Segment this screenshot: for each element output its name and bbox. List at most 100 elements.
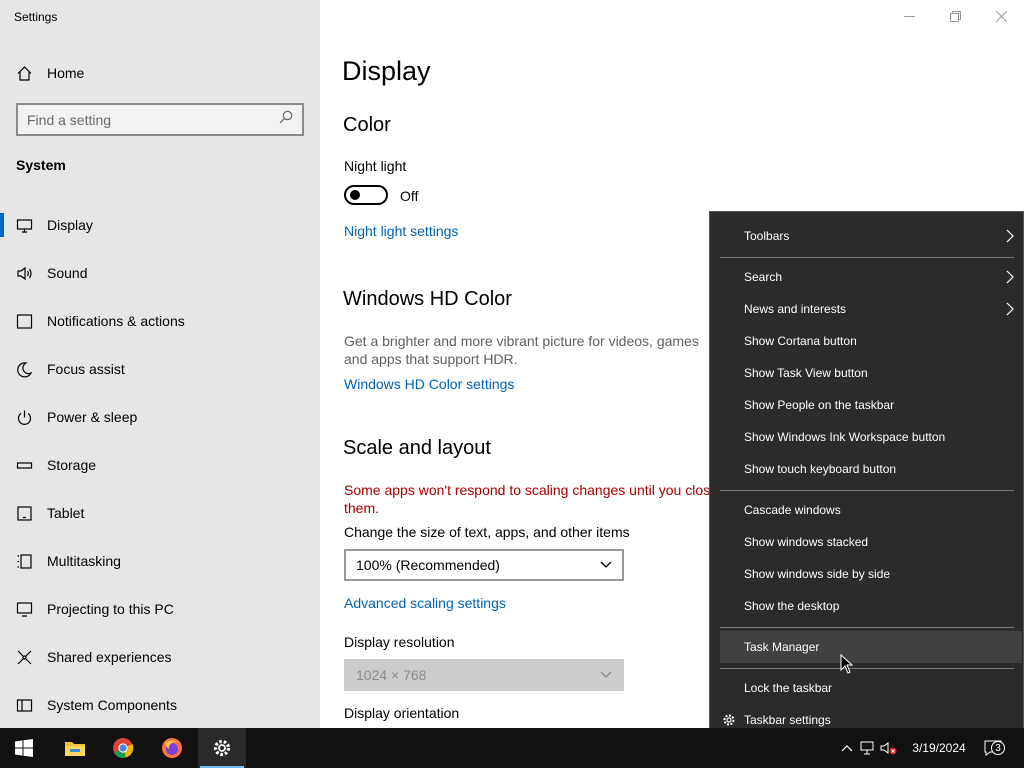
advanced-scaling-link[interactable]: Advanced scaling settings (344, 595, 506, 611)
taskbar-clock[interactable]: 3/19/2024 (904, 728, 974, 768)
monitor-icon (16, 217, 33, 234)
system-tray (838, 728, 900, 768)
menu-item-stacked[interactable]: Show windows stacked (720, 526, 1022, 558)
components-icon (16, 697, 33, 714)
menu-item-label: Search (744, 270, 783, 284)
sidebar-item-system-components[interactable]: System Components (0, 681, 320, 729)
color-heading: Color (343, 114, 391, 136)
menu-item-label: Show Task View button (744, 366, 868, 380)
home-icon (16, 65, 33, 82)
search-icon[interactable] (279, 110, 293, 129)
sidebar-item-label: Focus assist (47, 361, 125, 377)
scaling-warning: Some apps won't respond to scaling chang… (344, 482, 718, 516)
speaker-icon (16, 265, 33, 282)
hd-color-heading: Windows HD Color (343, 288, 512, 310)
search-box[interactable] (16, 103, 304, 136)
settings-gear-icon (213, 739, 231, 757)
menu-item-show-desktop[interactable]: Show the desktop (720, 590, 1022, 622)
multitasking-icon (16, 553, 33, 570)
menu-item-label: Show windows stacked (744, 535, 869, 549)
taskbar-firefox[interactable] (148, 728, 196, 768)
menu-item-toolbars[interactable]: Toolbars (720, 220, 1022, 252)
night-light-toggle[interactable] (344, 185, 388, 205)
search-input[interactable] (27, 111, 279, 128)
sidebar-item-notifications[interactable]: Notifications & actions (0, 297, 320, 345)
settings-sidebar: Settings Home System Display Sound Notif… (0, 0, 320, 728)
menu-item-label: Show People on the taskbar (744, 398, 895, 412)
sidebar-item-tablet[interactable]: Tablet (0, 489, 320, 537)
close-button[interactable] (978, 0, 1024, 32)
menu-item-lock-taskbar[interactable]: Lock the taskbar (720, 672, 1022, 704)
resolution-dropdown: 1024 × 768 (344, 659, 624, 691)
projecting-icon (16, 601, 33, 618)
menu-item-news-interests[interactable]: News and interests (720, 293, 1022, 325)
scale-dropdown[interactable]: 100% (Recommended) (344, 549, 624, 581)
menu-separator (720, 257, 1014, 258)
size-label: Change the size of text, apps, and other… (344, 524, 630, 540)
menu-item-label: Show touch keyboard button (744, 462, 897, 476)
chevron-down-icon (600, 671, 612, 678)
menu-item-cortana[interactable]: Show Cortana button (720, 325, 1022, 357)
night-light-settings-link[interactable]: Night light settings (344, 223, 458, 239)
volume-muted-icon[interactable] (878, 741, 900, 755)
sidebar-item-projecting[interactable]: Projecting to this PC (0, 585, 320, 633)
menu-item-label: Taskbar settings (744, 713, 831, 727)
menu-item-search[interactable]: Search (720, 261, 1022, 293)
sidebar-item-label: Tablet (47, 505, 85, 521)
sidebar-item-sound[interactable]: Sound (0, 249, 320, 297)
sidebar-item-shared-experiences[interactable]: Shared experiences (0, 633, 320, 681)
menu-item-ink-workspace[interactable]: Show Windows Ink Workspace button (720, 421, 1022, 453)
menu-separator (720, 668, 1014, 669)
page-title: Display (342, 56, 431, 86)
menu-item-label: Toolbars (744, 229, 790, 243)
hd-color-description: Get a brighter and more vibrant picture … (344, 333, 699, 367)
close-icon (995, 10, 1007, 22)
taskbar-settings[interactable] (198, 728, 246, 768)
menu-item-side-by-side[interactable]: Show windows side by side (720, 558, 1022, 590)
menu-item-label: Show Cortana button (744, 334, 857, 348)
sidebar-item-label: Storage (47, 457, 97, 473)
restore-button[interactable] (932, 0, 978, 32)
menu-item-label: Task Manager (744, 640, 820, 654)
sidebar-item-label: Power & sleep (47, 409, 138, 425)
home-label: Home (47, 65, 85, 81)
toggle-knob (350, 190, 360, 200)
menu-separator (720, 627, 1014, 628)
taskbar: 3/19/2024 3 (0, 728, 1024, 768)
menu-item-task-view[interactable]: Show Task View button (720, 357, 1022, 389)
chevron-right-icon (1006, 270, 1018, 284)
gear-icon (722, 713, 736, 727)
hd-color-settings-link[interactable]: Windows HD Color settings (344, 376, 514, 392)
taskbar-chrome[interactable] (99, 728, 147, 768)
menu-item-touch-keyboard[interactable]: Show touch keyboard button (720, 453, 1022, 485)
minimize-button[interactable] (886, 0, 932, 32)
sidebar-item-focus-assist[interactable]: Focus assist (0, 345, 320, 393)
chevron-down-icon (600, 561, 612, 568)
sidebar-item-storage[interactable]: Storage (0, 441, 320, 489)
sidebar-item-display[interactable]: Display (0, 201, 320, 249)
taskbar-context-menu: Toolbars Search News and interests Show … (709, 211, 1024, 746)
home-nav-item[interactable]: Home (16, 60, 84, 86)
sidebar-item-label: Multitasking (47, 553, 121, 569)
notification-count-badge: 3 (991, 741, 1005, 755)
chevron-right-icon (1006, 302, 1018, 316)
menu-item-label: Show Windows Ink Workspace button (744, 430, 946, 444)
taskbar-file-explorer[interactable] (51, 728, 99, 768)
sidebar-item-label: System Components (47, 697, 177, 713)
app-title: Settings (14, 10, 58, 24)
sidebar-item-multitasking[interactable]: Multitasking (0, 537, 320, 585)
windows-start-icon (15, 739, 33, 757)
sidebar-item-power-sleep[interactable]: Power & sleep (0, 393, 320, 441)
notification-icon (16, 313, 33, 330)
tray-overflow-chevron-icon[interactable] (838, 744, 856, 752)
menu-item-cascade[interactable]: Cascade windows (720, 494, 1022, 526)
network-icon[interactable] (856, 741, 878, 755)
menu-item-people[interactable]: Show People on the taskbar (720, 389, 1022, 421)
start-button[interactable] (0, 728, 48, 768)
storage-icon (16, 457, 33, 474)
sidebar-nav: Display Sound Notifications & actions Fo… (0, 201, 320, 729)
moon-icon (16, 361, 33, 378)
action-center-button[interactable]: 3 (982, 728, 1005, 768)
scale-layout-heading: Scale and layout (343, 437, 491, 459)
menu-item-task-manager[interactable]: Task Manager (720, 631, 1022, 663)
